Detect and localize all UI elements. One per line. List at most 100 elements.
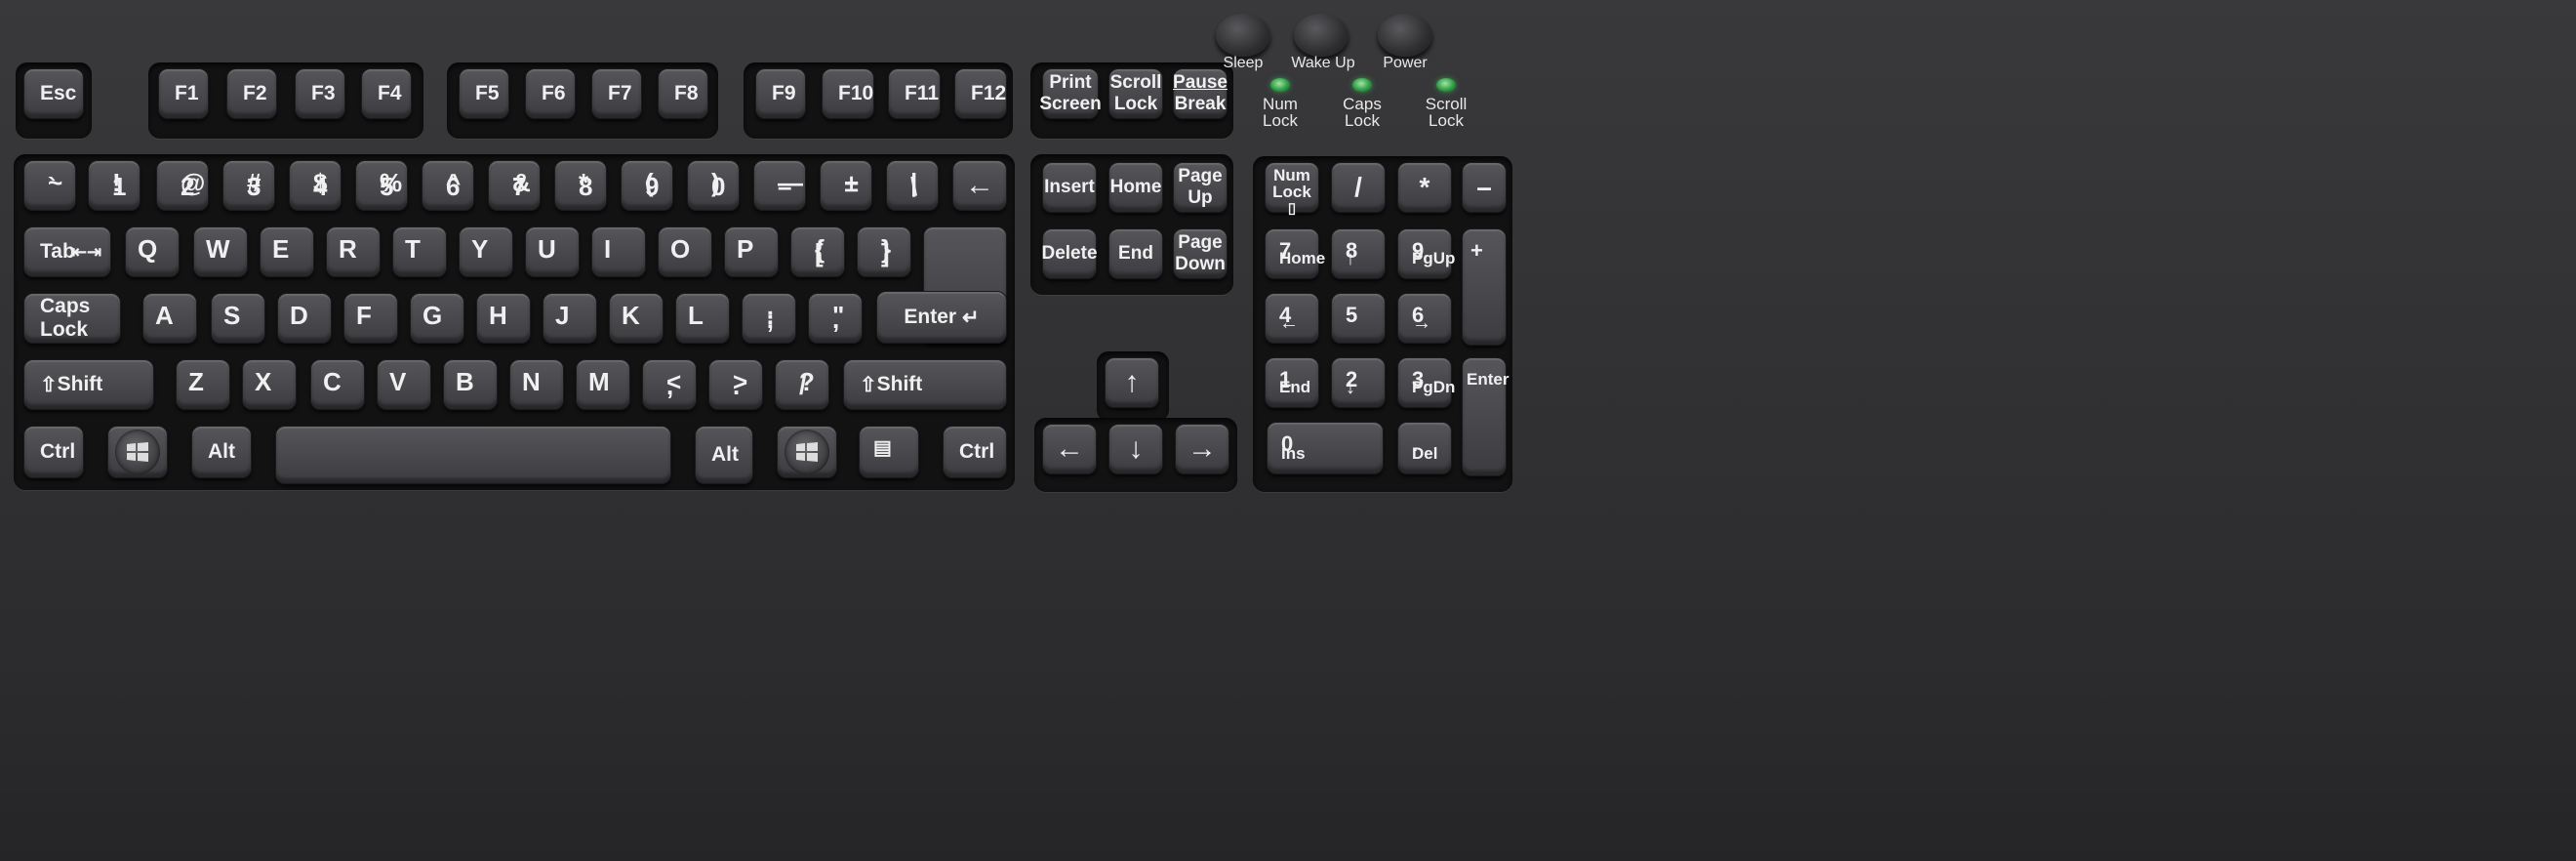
key-f1[interactable]: F1: [158, 68, 209, 119]
key-h[interactable]: H: [476, 293, 531, 344]
key-left-windows[interactable]: [107, 426, 168, 478]
key-l[interactable]: L: [675, 293, 730, 344]
key-0[interactable]: ) 0: [687, 160, 740, 211]
key-f8[interactable]: F8: [658, 68, 708, 119]
key-caps-lock[interactable]: Caps Lock: [23, 293, 121, 344]
key-f12[interactable]: F12: [954, 68, 1007, 119]
key-comma[interactable]: <,: [642, 359, 697, 410]
key-backslash[interactable]: | \: [886, 160, 939, 211]
key-s[interactable]: S: [211, 293, 265, 344]
sleep-button[interactable]: [1216, 14, 1270, 57]
key-9[interactable]: (9: [621, 160, 673, 211]
key-right-shift[interactable]: ⇧ Shift: [843, 359, 1007, 410]
key-k[interactable]: K: [609, 293, 664, 344]
key-numpad-6[interactable]: 6 →: [1397, 293, 1452, 344]
key-page-up[interactable]: Page Up: [1173, 162, 1228, 213]
key-bracket-open[interactable]: {[: [790, 226, 845, 277]
key-numpad-9[interactable]: 9 PgUp: [1397, 228, 1455, 279]
key-bracket-close[interactable]: }]: [857, 226, 911, 277]
key-f10[interactable]: F10: [822, 68, 874, 119]
key-delete[interactable]: Delete: [1041, 228, 1098, 279]
key-pause-break[interactable]: Pause Break: [1173, 68, 1228, 119]
key-f7[interactable]: F7: [591, 68, 642, 119]
key-home[interactable]: Home: [1108, 162, 1163, 213]
key-f2[interactable]: F2: [226, 68, 277, 119]
key-arrow-up[interactable]: ↑: [1105, 357, 1159, 408]
key-backtick[interactable]: ~ `: [23, 160, 76, 211]
key-num-lock[interactable]: Num Lock ▯: [1265, 162, 1319, 217]
key-f11[interactable]: F11: [888, 68, 941, 119]
key-arrow-down[interactable]: ↓: [1108, 424, 1163, 474]
key-slash[interactable]: ? /: [775, 359, 829, 410]
key-semicolon[interactable]: :;: [742, 293, 796, 344]
key-enter[interactable]: Enter ↵: [876, 291, 1007, 344]
key-space[interactable]: [275, 426, 671, 484]
key-f[interactable]: F: [343, 293, 398, 344]
key-right-alt[interactable]: Alt: [695, 426, 753, 484]
key-f3[interactable]: F3: [295, 68, 345, 119]
key-numpad-4[interactable]: 4 ←: [1265, 293, 1319, 344]
key-f5[interactable]: F5: [459, 68, 509, 119]
key-o[interactable]: O: [658, 226, 712, 277]
key-6[interactable]: ^ 6: [422, 160, 474, 211]
key-7[interactable]: & 7: [488, 160, 541, 211]
key-menu[interactable]: ▤: [859, 426, 919, 478]
key-right-ctrl[interactable]: Ctrl: [943, 426, 1007, 478]
key-scroll-lock[interactable]: Scroll Lock: [1108, 68, 1163, 119]
key-i[interactable]: I: [591, 226, 646, 277]
key-numpad-3[interactable]: 3 PgDn: [1397, 357, 1455, 408]
key-numpad-8[interactable]: 8 ↑: [1331, 228, 1386, 279]
key-numpad-minus[interactable]: –: [1462, 162, 1507, 213]
key-n[interactable]: N: [509, 359, 564, 410]
key-arrow-left[interactable]: ←: [1042, 424, 1097, 474]
key-numpad-2[interactable]: 2 ↓: [1331, 357, 1386, 408]
key-numpad-dot[interactable]: . Del: [1397, 422, 1452, 474]
key-3[interactable]: #3: [222, 160, 275, 211]
key-numpad-multiply[interactable]: *: [1397, 162, 1452, 213]
key-left-ctrl[interactable]: Ctrl: [23, 426, 84, 478]
key-numpad-slash[interactable]: /: [1331, 162, 1386, 213]
key-right-windows[interactable]: [777, 426, 837, 478]
key-page-down[interactable]: Page Down: [1173, 228, 1228, 279]
key-numpad-enter[interactable]: Enter: [1462, 357, 1509, 476]
key-e[interactable]: E: [260, 226, 314, 277]
power-button[interactable]: [1378, 14, 1432, 57]
key-backspace[interactable]: ←: [952, 160, 1007, 211]
key-j[interactable]: J: [543, 293, 597, 344]
key-u[interactable]: U: [525, 226, 580, 277]
key-a[interactable]: A: [142, 293, 197, 344]
key-end[interactable]: End: [1108, 228, 1163, 279]
key-insert[interactable]: Insert: [1042, 162, 1097, 213]
key-m[interactable]: M: [576, 359, 630, 410]
key-esc[interactable]: Esc: [23, 68, 84, 119]
key-2[interactable]: @2: [156, 160, 209, 211]
key-arrow-right[interactable]: →: [1175, 424, 1229, 474]
key-minus[interactable]: — –: [753, 160, 806, 211]
key-g[interactable]: G: [410, 293, 464, 344]
key-left-alt[interactable]: Alt: [191, 426, 252, 478]
key-r[interactable]: R: [326, 226, 381, 277]
key-quote[interactable]: ",: [808, 293, 863, 344]
key-f9[interactable]: F9: [755, 68, 806, 119]
key-8[interactable]: * 8: [554, 160, 607, 211]
key-5[interactable]: % 5: [355, 160, 408, 211]
key-t[interactable]: T: [392, 226, 447, 277]
key-numpad-1[interactable]: 1 End: [1265, 357, 1319, 408]
key-left-shift[interactable]: ⇧ Shift: [23, 359, 154, 410]
key-w[interactable]: W: [193, 226, 248, 277]
key-tab[interactable]: Tab ⇤⇥: [23, 226, 111, 277]
key-z[interactable]: Z: [176, 359, 230, 410]
key-p[interactable]: P: [724, 226, 779, 277]
key-v[interactable]: V: [377, 359, 431, 410]
key-numpad-7[interactable]: 7 Home: [1265, 228, 1325, 279]
key-d[interactable]: D: [277, 293, 332, 344]
key-x[interactable]: X: [242, 359, 297, 410]
wake-up-button[interactable]: [1294, 14, 1348, 57]
key-4[interactable]: $4: [289, 160, 342, 211]
key-q[interactable]: Q: [125, 226, 180, 277]
key-f6[interactable]: F6: [525, 68, 576, 119]
key-numpad-0[interactable]: 0 Ins: [1267, 422, 1384, 474]
key-1[interactable]: ! 1: [88, 160, 141, 211]
key-equals[interactable]: + =: [820, 160, 872, 211]
key-b[interactable]: B: [443, 359, 498, 410]
